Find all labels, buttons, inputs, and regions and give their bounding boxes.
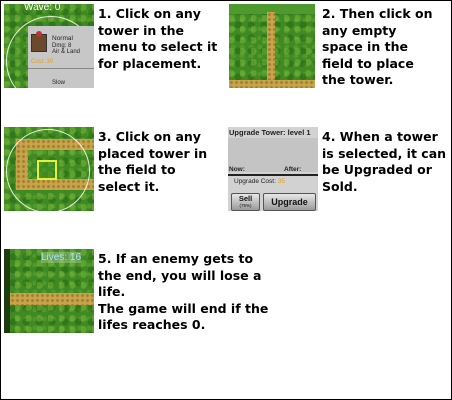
tower-icon [31,31,47,52]
step-line: menu to select it [98,39,218,54]
step-line: lifes reaches 0. [98,317,206,332]
screenshot-lives: Lives: 16 [4,249,94,333]
step-line: space in the [322,39,408,54]
screenshot-placed-tower [4,127,94,211]
lives-label: Lives: 16 [41,252,82,263]
tower-target: Air & Land [52,49,81,55]
step-line: the tower. [322,72,394,87]
screenshot-upgrade-panel: Upgrade Tower: level 1 Now: After: Upgra… [228,127,318,211]
wave-label: Wave: 0 [24,4,61,13]
step-2-text: 2. Then click on any empty space in the … [322,6,433,89]
tower-menu-divider [28,68,94,69]
step-line: 3. Click on any [98,129,201,144]
step-line: the field to [98,162,176,177]
now-label: Now: [229,166,245,173]
tower-cost: Cost: 30 [31,59,54,65]
step-4-text: 4. When a tower is selected, it can be U… [322,129,446,195]
step-1-text: 1. Click on any tower in the menu to sel… [98,6,217,72]
sell-button[interactable]: Sell (75%) [231,193,260,211]
step-line: field to place [322,55,414,71]
upgrade-cost-label: Upgrade Cost: 35 [234,178,285,185]
step-5-text: 5. If an enemy gets to the end, you will… [98,251,268,334]
sell-label: Sell [238,194,253,203]
step-line: 2. Then click on [322,6,433,21]
next-tower-label[interactable]: Slow [52,80,65,87]
path-bottom [229,80,315,88]
step-3-text: 3. Click on any placed tower in the fiel… [98,129,207,195]
step-line: 4. When a tower [322,129,438,144]
after-label: After: [284,166,302,173]
step-line: life. [98,284,126,299]
screenshot-empty-field [229,4,315,88]
step-line: be Upgraded or [322,162,432,177]
step-line: the end, you will lose a [98,267,262,283]
upgrade-cost-value: 35 [277,178,285,185]
upgrade-header: Upgrade Tower: level 1 [229,128,311,137]
step-line: any empty [322,22,397,38]
step-line: is selected, it can [322,145,447,161]
upgrade-cost-text: Upgrade Cost: [234,178,276,185]
step-line: 1. Click on any [98,6,201,21]
step-line: Sold. [322,178,358,194]
upgrade-button[interactable]: Upgrade [263,193,316,211]
field-edge-dark [4,249,10,333]
step-line: select it. [98,178,160,194]
path-end [10,293,94,305]
step-line: for placement. [98,55,202,71]
tower-type: Normal [52,35,73,42]
step-line: The game will end if the [98,300,269,316]
step-line: 5. If an enemy gets to [98,251,254,266]
screenshot-tower-menu: Wave: 0 Normal Dmg: 8 Air & Land Cost: 3… [4,4,94,88]
sell-percent: (75%) [239,203,252,208]
selected-tower-highlight[interactable] [37,160,57,180]
step-line: placed tower in [98,145,208,161]
path-vertical [267,12,275,88]
panel-divider [228,174,318,176]
step-line: tower in the [98,22,184,38]
